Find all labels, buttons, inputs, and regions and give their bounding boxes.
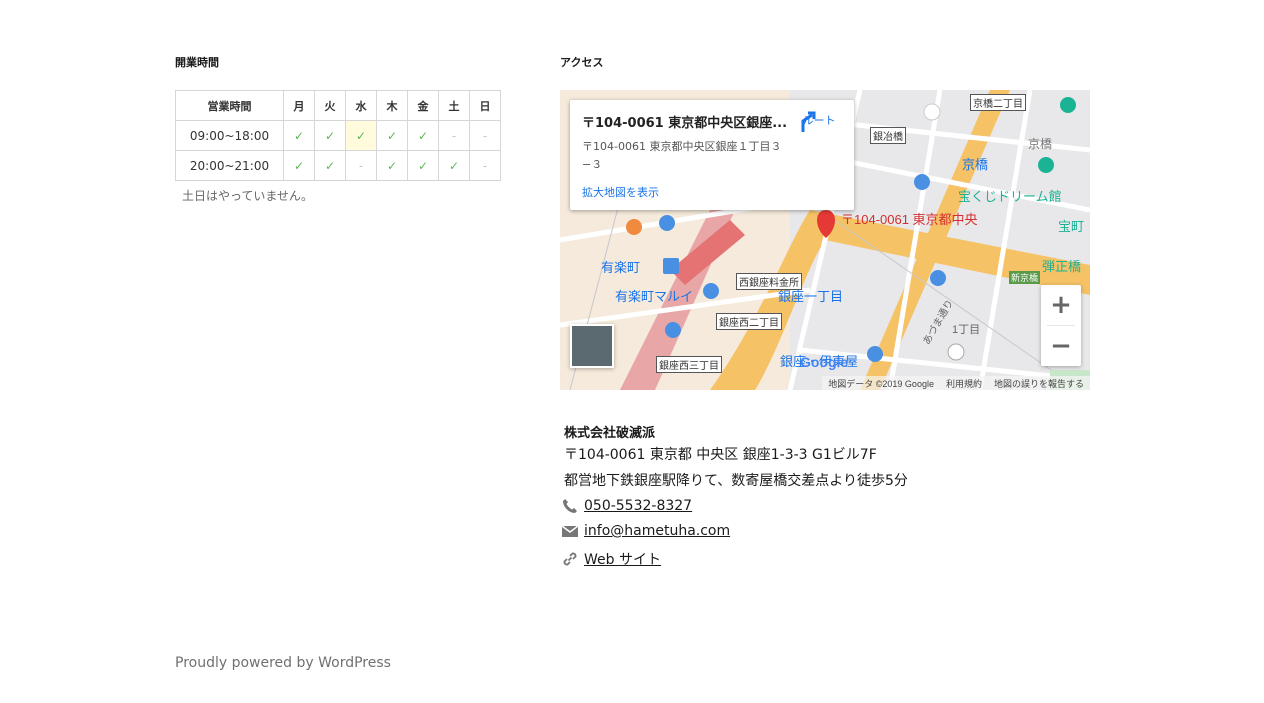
map-report-link[interactable]: 地図の誤りを報告する — [994, 377, 1084, 390]
day-header-sat: 土 — [438, 90, 470, 121]
hours-cell: ✓ — [376, 120, 408, 151]
check-mark: ✓ — [324, 128, 336, 143]
hours-time: 20:00~21:00 — [175, 150, 284, 181]
day-header-sun: 日 — [469, 90, 501, 121]
closed-mark: - — [358, 158, 364, 173]
hours-row: 09:00~18:00 ✓ ✓ ✓ ✓ ✓ - - — [175, 120, 501, 151]
map-label-yurakucho: 有楽町 — [601, 260, 641, 275]
check-mark: ✓ — [386, 158, 398, 173]
check-mark: ✓ — [417, 128, 429, 143]
closed-mark: - — [482, 128, 488, 143]
hours-widget-title: 開業時間 — [175, 56, 219, 69]
map-label-kyobashi-2: 京橋二丁目 — [970, 94, 1026, 111]
google-logo: Google — [800, 354, 849, 370]
closed-mark: - — [451, 128, 457, 143]
hours-cell: ✓ — [376, 150, 408, 181]
hours-cell: ✓ — [283, 120, 315, 151]
check-mark: ✓ — [386, 128, 398, 143]
day-header-thu: 木 — [376, 90, 408, 121]
map-data-credit: 地図データ ©2019 Google — [828, 378, 934, 389]
footer-powered-by[interactable]: Proudly powered by WordPress — [175, 655, 391, 671]
map-label-takaracho: 宝町 — [1058, 219, 1085, 234]
hours-cell: - — [469, 150, 501, 181]
check-mark: ✓ — [355, 128, 367, 143]
hours-cell: - — [469, 120, 501, 151]
zoom-controls: + − — [1041, 285, 1081, 366]
phone-row: 050-5532-8327 — [562, 498, 692, 514]
map-label-takarakuji: 宝くじドリーム館 — [958, 189, 1062, 204]
map-label-ginza-itchome: 銀座一丁目 — [778, 289, 844, 304]
map-label-kyobashi: 京橋 — [962, 157, 989, 172]
directions-icon — [801, 111, 816, 132]
check-mark: ✓ — [448, 158, 460, 173]
info-window-title: 〒104-0061 東京都中央区銀座... — [582, 116, 788, 131]
check-mark: ✓ — [417, 158, 429, 173]
route-button[interactable]: ルート — [794, 110, 844, 132]
day-header-tue: 火 — [314, 90, 346, 121]
check-mark: ✓ — [293, 158, 305, 173]
hours-cell-today: ✓ — [345, 120, 377, 151]
company-name: 株式会社破滅派 — [564, 426, 656, 441]
hours-time: 09:00~18:00 — [175, 120, 284, 151]
hours-row: 20:00~21:00 ✓ ✓ - ✓ ✓ ✓ - — [175, 150, 501, 181]
check-mark: ✓ — [293, 128, 305, 143]
day-header-wed: 水 — [345, 90, 377, 121]
check-mark: ✓ — [324, 158, 336, 173]
business-hours-table: 営業時間 月 火 水 木 金 土 日 09:00~18:00 ✓ ✓ ✓ ✓ ✓… — [175, 90, 501, 181]
hours-cell: - — [438, 120, 470, 151]
map-label-shin-kyobashi: 新京橋 — [1009, 271, 1041, 284]
map-footer: 地図データ ©2019 Google 利用規約 地図の誤りを報告する — [822, 376, 1090, 390]
map-terms-link[interactable]: 利用規約 — [946, 377, 982, 390]
satellite-toggle[interactable] — [570, 324, 614, 368]
map-label-itchome: 1丁目 — [952, 324, 981, 336]
web-row: Web サイト — [562, 549, 661, 569]
email-row: info@hametuha.com — [562, 523, 730, 539]
map-label-ginza-nishi-2: 銀座西二丁目 — [716, 313, 782, 330]
hours-header-row: 営業時間 月 火 水 木 金 土 日 — [175, 90, 501, 121]
access-widget-title: アクセス — [560, 56, 604, 69]
link-icon — [563, 552, 577, 566]
hours-cell: ✓ — [407, 120, 439, 151]
info-window-address: 〒104-0061 東京都中央区銀座１丁目３−３ — [582, 140, 782, 171]
hours-cell: ✓ — [438, 150, 470, 181]
zoom-out-button[interactable]: − — [1041, 326, 1081, 366]
hours-cell: ✓ — [407, 150, 439, 181]
phone-link[interactable]: 050-5532-8327 — [584, 498, 692, 514]
email-link[interactable]: info@hametuha.com — [584, 523, 730, 539]
map-label-kyobashi-small: 京橋 — [1028, 137, 1053, 151]
map-marker-label: 〒104-0061 東京都中央 — [841, 212, 978, 227]
day-header-fri: 金 — [407, 90, 439, 121]
zoom-in-button[interactable]: + — [1041, 285, 1081, 325]
website-link[interactable]: Web サイト — [584, 549, 661, 569]
mail-icon — [562, 525, 578, 537]
access-directions: 都営地下鉄銀座駅降りて、数寄屋橋交差点より徒歩5分 — [564, 473, 908, 489]
closed-mark: - — [482, 158, 488, 173]
map-label-yurakucho-marui: 有楽町マルイ — [615, 289, 694, 304]
hours-header-label: 営業時間 — [175, 90, 284, 121]
map-label-yaibashi: 弾正橋 — [1042, 259, 1082, 274]
larger-map-link[interactable]: 拡大地図を表示 — [582, 184, 659, 200]
day-header-mon: 月 — [283, 90, 315, 121]
hours-cell: - — [345, 150, 377, 181]
map-label-ginyabashi: 銀冶橋 — [870, 127, 906, 144]
map-label-ginza-nishi-3: 銀座西三丁目 — [656, 356, 722, 373]
company-address: 〒104-0061 東京都 中央区 銀座1-3-3 G1ビル7F — [564, 447, 877, 463]
map-info-window: 〒104-0061 東京都中央区銀座... 〒104-0061 東京都中央区銀座… — [570, 100, 854, 210]
hours-cell: ✓ — [314, 150, 346, 181]
hours-note: 土日はやっていません。 — [182, 189, 314, 203]
phone-icon — [563, 499, 577, 513]
embedded-map[interactable]: 京橋二丁目 銀冶橋 京橋 京橋 宝くじドリーム館 宝町 弾正橋 新京橋 有楽町 … — [560, 90, 1090, 390]
hours-cell: ✓ — [283, 150, 315, 181]
hours-cell: ✓ — [314, 120, 346, 151]
